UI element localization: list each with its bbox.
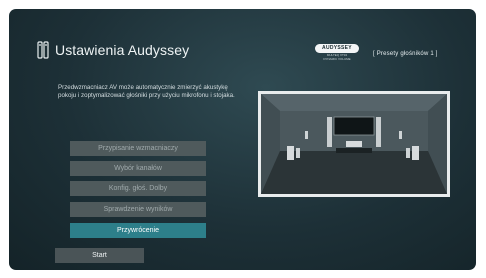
screen: Ustawienia Audyssey AUDYSSEY MULTEQ XT32… — [9, 9, 476, 270]
menu-item-dolby-config[interactable]: Konfig. głoś. Dolby — [70, 181, 206, 196]
menu-item-check-results[interactable]: Sprawdzenie wyników — [70, 202, 206, 217]
logo-sub-line-2: DYNAMIC VOLUME — [323, 56, 351, 61]
logo-subtext: MULTEQ XT32 DYNAMIC VOLUME — [315, 53, 359, 61]
speaker-settings-icon — [37, 41, 49, 59]
room-illustration — [258, 91, 450, 197]
menu-item-restore[interactable]: Przywrócenie — [70, 223, 206, 238]
menu-item-amp-assign[interactable]: Przypisanie wzmacniaczy — [70, 141, 206, 156]
start-button[interactable]: Start — [55, 248, 144, 263]
menu-item-channel-select[interactable]: Wybór kanałów — [70, 161, 206, 176]
speaker-preset-selector[interactable]: [ Presety głośników 1 ] — [373, 51, 438, 57]
audyssey-logo: AUDYSSEY MULTEQ XT32 DYNAMIC VOLUME — [315, 44, 359, 61]
description-text: Przedwzmacniacz AV może automatycznie zm… — [58, 84, 235, 99]
page-title: Ustawienia Audyssey — [55, 42, 190, 58]
logo-brand: AUDYSSEY — [315, 44, 359, 53]
